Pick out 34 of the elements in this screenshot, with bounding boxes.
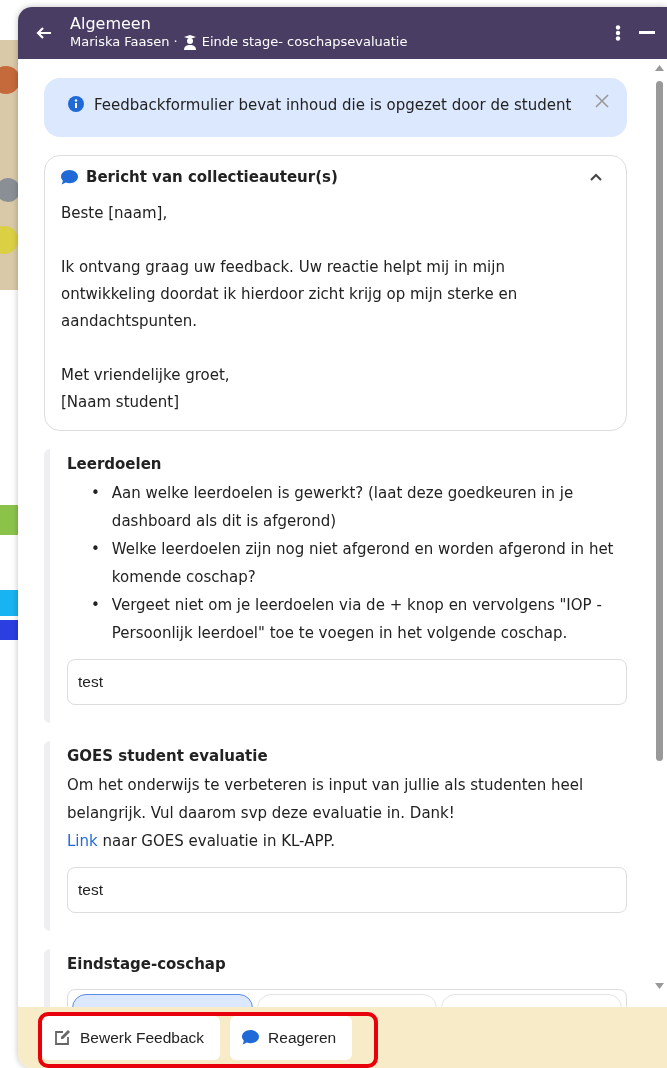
window-title: Algemeen [70,15,152,33]
form-name: Einde stage- coschapsevaluatie [201,33,408,51]
graduate-icon [181,34,198,50]
close-icon[interactable] [595,94,609,108]
section-title: Eindstage-coschap [67,955,227,973]
message-paragraph: Beste [naam], [61,203,169,224]
link-suffix: naar GOES evaluatie in KL-APP. [102,832,335,850]
bullet-item: Welke leerdoelen zijn nog niet afgerond en worden afgerond in het komende coschap? [111,539,615,588]
section-title: Leerdoelen [67,455,163,473]
answer-field[interactable]: test [67,659,627,705]
reply-button[interactable]: Reageren [230,1015,353,1060]
back-icon[interactable] [36,25,52,41]
bullet-marker: • [91,595,100,616]
answer-field[interactable]: test [67,867,627,913]
section-description: Om het onderwijs te verbeteren is input van jullie als studenten heel belangrijk. Vul daarom svp deze evaluatie in. Dank! [67,776,584,822]
more-icon[interactable] [615,25,621,41]
edit-icon [54,1029,71,1046]
edit-feedback-button[interactable]: Bewerk Feedback [42,1015,221,1060]
message-paragraph: Ik ontvang graag uw feedback. Uw reactie helpt mij in mijn ontwikkeling doordat ik hierdoor zicht krijg op mijn sterke en aandachtspunten. [61,257,519,332]
author-name: Mariska Faasen [70,33,170,51]
bullet-item: Aan welke leerdoelen is gewerkt? (laat deze goedkeuren in je dashboard als dit is afgerond) [111,483,575,532]
comment-icon [242,1029,260,1046]
bullet-item: Vergeet niet om je leerdoelen via de + knop en vervolgens "IOP - Persoonlijk leerdoel" toe te voegen in het volgende coschap. [111,595,603,644]
message-paragraph: Met vriendelijke groet, [Naam student] [61,365,231,413]
section-title: GOES student evaluatie [67,747,269,765]
alert-text: Feedbackformulier bevat inhoud die is opgezet door de student [68,96,572,114]
message-title: Bericht van collectieauteur(s) [86,168,338,186]
bullet-marker: • [91,539,100,560]
comment-icon [61,169,78,185]
goes-link[interactable]: Link [67,832,98,850]
bullet-marker: • [91,483,100,504]
minimize-icon[interactable] [639,31,655,35]
separator-dot: · [173,33,178,51]
info-icon [68,96,84,112]
